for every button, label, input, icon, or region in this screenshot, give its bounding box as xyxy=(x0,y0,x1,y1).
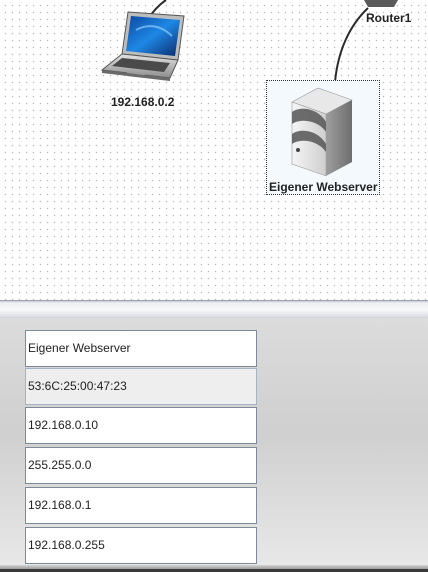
split-pane-divider[interactable] xyxy=(0,300,428,318)
name-field[interactable]: Eigener Webserver xyxy=(25,330,257,367)
laptop-label: 192.168.0.2 xyxy=(111,95,175,109)
server-icon[interactable] xyxy=(288,86,356,178)
link-server-router xyxy=(334,7,369,83)
server-label: Eigener Webserver xyxy=(269,180,378,194)
router-label: Router1 xyxy=(366,11,412,25)
gateway-field[interactable]: 192.168.0.1 xyxy=(25,487,257,524)
properties-panel: Eigener Webserver 53:6C:25:00:47:23 192.… xyxy=(0,318,428,572)
network-canvas[interactable]: 192.168.0.2 Router1 Eigener Webserver xyxy=(0,0,428,300)
broadcast-field[interactable]: 192.168.0.255 xyxy=(25,527,257,564)
router-icon[interactable] xyxy=(356,0,406,10)
subnet-mask-field[interactable]: 255.255.0.0 xyxy=(25,447,257,484)
ip-address-field[interactable]: 192.168.0.10 xyxy=(25,407,257,444)
mac-address-field: 53:6C:25:00:47:23 xyxy=(25,368,257,405)
laptop-icon[interactable] xyxy=(100,10,186,84)
window-bottom-edge xyxy=(0,565,428,572)
